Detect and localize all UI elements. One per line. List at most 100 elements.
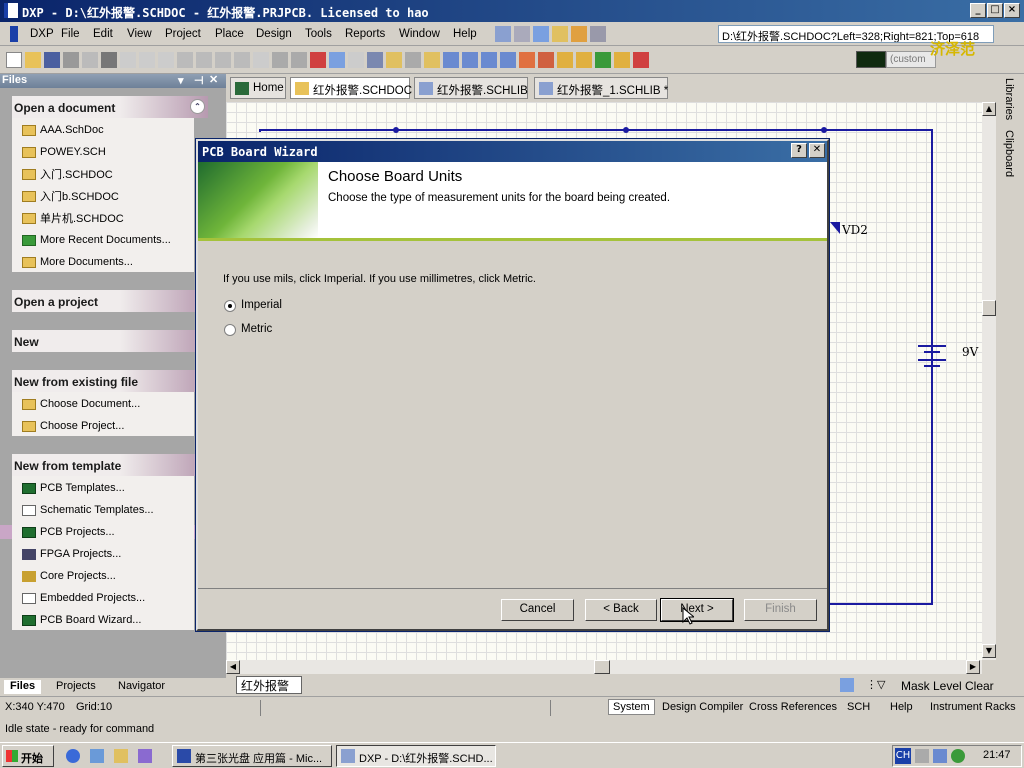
bus-icon[interactable] <box>462 52 478 68</box>
bus-entry-icon[interactable] <box>481 52 497 68</box>
redo-icon[interactable] <box>348 52 364 68</box>
ground-tool-icon[interactable] <box>533 26 549 42</box>
panel-tab-cross-references[interactable]: Cross References <box>749 701 837 713</box>
zoom-area-icon[interactable] <box>139 52 155 68</box>
desktop-icon[interactable] <box>114 749 128 763</box>
recent-file-aaa[interactable]: AAA.SchDoc <box>22 121 104 139</box>
paste-icon[interactable] <box>215 52 231 68</box>
menu-dxp[interactable]: DXP <box>30 28 54 40</box>
menu-place[interactable]: Place <box>215 28 244 40</box>
tab-home[interactable]: Home <box>230 77 286 99</box>
new-file-icon[interactable] <box>6 52 22 68</box>
wire-tool-icon[interactable] <box>495 26 511 42</box>
sheet-symbol-icon[interactable] <box>576 52 592 68</box>
tray-app-icon[interactable] <box>951 749 965 763</box>
pcb-board-wizard-link[interactable]: PCB Board Wizard... <box>22 611 141 629</box>
zoom-fit-icon[interactable] <box>120 52 136 68</box>
file-tools[interactable] <box>6 51 649 69</box>
more-documents-link[interactable]: More Documents... <box>22 253 133 271</box>
rubber-stamp-icon[interactable] <box>234 52 250 68</box>
panel-tab-instrument-racks[interactable]: Instrument Racks <box>930 701 1016 713</box>
imperial-radio-button[interactable] <box>224 300 236 312</box>
filter-icon[interactable]: ⋮▽ <box>866 678 885 691</box>
browse-icon[interactable] <box>405 52 421 68</box>
section-new[interactable]: New <box>12 330 208 352</box>
tab-schlib-1[interactable]: 红外报警_1.SCHLIB * <box>534 77 668 99</box>
scroll-down-icon[interactable]: ▼ <box>982 644 996 658</box>
schematic-templates-link[interactable]: Schematic Templates... <box>22 501 154 519</box>
move-icon[interactable] <box>272 52 288 68</box>
dialog-title-bar[interactable]: PCB Board Wizard ? ✕ <box>198 141 827 162</box>
keyboard-icon[interactable] <box>915 749 929 763</box>
scroll-up-icon[interactable]: ▲ <box>982 102 996 116</box>
menu-tools[interactable]: Tools <box>305 28 332 40</box>
dialog-close-icon[interactable]: ✕ <box>809 143 825 158</box>
recent-file-mcu[interactable]: 单片机.SCHDOC <box>22 209 124 227</box>
net-label-icon[interactable] <box>500 52 516 68</box>
panel-menu-chevron-icon[interactable]: ▾ <box>178 74 184 87</box>
place-part-icon[interactable] <box>557 52 573 68</box>
port-icon[interactable] <box>614 52 630 68</box>
panel-tab-system[interactable]: System <box>608 699 655 715</box>
menu-reports[interactable]: Reports <box>345 28 385 40</box>
menu-project[interactable]: Project <box>165 28 201 40</box>
tab-files[interactable]: Files <box>4 680 42 694</box>
quicklaunch-icon[interactable] <box>138 749 152 763</box>
pcb-projects-link[interactable]: PCB Projects... <box>22 523 115 541</box>
gnd-icon[interactable] <box>519 52 535 68</box>
start-button[interactable]: 开始 <box>2 745 54 767</box>
open-file-icon[interactable] <box>25 52 41 68</box>
panel-pin-icon[interactable]: ⊣ <box>194 74 204 87</box>
vcc-icon[interactable] <box>538 52 554 68</box>
menu-window[interactable]: Window <box>399 28 440 40</box>
menu-design[interactable]: Design <box>256 28 292 40</box>
metric-radio[interactable]: Metric <box>224 322 314 338</box>
mask-level-button[interactable]: Mask Level <box>901 679 962 693</box>
zoom-select-icon[interactable] <box>158 52 174 68</box>
select-icon[interactable] <box>291 52 307 68</box>
grid-tool-icon[interactable] <box>590 26 606 42</box>
minimize-button[interactable]: _ <box>970 3 986 18</box>
vertical-scroll-thumb[interactable] <box>982 300 996 316</box>
tab-navigator[interactable]: Navigator <box>118 680 165 694</box>
sheet-entry-icon[interactable] <box>595 52 611 68</box>
wiring-toolbar-group[interactable] <box>495 25 606 43</box>
section-open-document[interactable]: Open a document ⌃ <box>12 96 208 118</box>
section-new-from-existing[interactable]: New from existing file <box>12 370 208 392</box>
metric-radio-button[interactable] <box>224 324 236 336</box>
panel-tab-design-compiler[interactable]: Design Compiler <box>662 701 743 713</box>
core-projects-link[interactable]: Core Projects... <box>22 567 116 585</box>
horizontal-scroll-thumb[interactable] <box>594 660 610 674</box>
libraries-panel-tab[interactable]: Libraries <box>1003 78 1015 120</box>
sheet-tab[interactable]: 红外报警 <box>236 676 302 694</box>
close-button[interactable]: × <box>1004 3 1020 18</box>
more-recent-documents-link[interactable]: More Recent Documents... <box>22 231 171 249</box>
tab-projects[interactable]: Projects <box>56 680 96 694</box>
imperial-radio[interactable]: Imperial <box>224 298 314 314</box>
no-erc-icon[interactable] <box>633 52 649 68</box>
panel-tab-help[interactable]: Help <box>890 701 913 713</box>
finish-button[interactable]: Finish <box>744 599 817 621</box>
hint-icon[interactable] <box>424 52 440 68</box>
network-icon[interactable] <box>933 749 947 763</box>
embedded-projects-link[interactable]: Embedded Projects... <box>22 589 145 607</box>
recent-file-rumen-b[interactable]: 入门b.SCHDOC <box>22 187 119 205</box>
outlook-icon[interactable] <box>90 749 104 763</box>
print-icon[interactable] <box>63 52 79 68</box>
pcb-templates-link[interactable]: PCB Templates... <box>22 479 125 497</box>
menu-view[interactable]: View <box>127 28 152 40</box>
color-swatch[interactable] <box>856 51 886 68</box>
choose-document-link[interactable]: Choose Document... <box>22 395 140 413</box>
panel-close-icon[interactable]: ✕ <box>209 73 218 86</box>
bus-tool-icon[interactable] <box>514 26 530 42</box>
wire-icon[interactable] <box>443 52 459 68</box>
select-area-icon[interactable] <box>253 52 269 68</box>
maximize-button[interactable]: □ <box>987 3 1003 18</box>
undo-icon[interactable] <box>329 52 345 68</box>
fpga-projects-link[interactable]: FPGA Projects... <box>22 545 121 563</box>
cancel-button[interactable]: Cancel <box>501 599 574 621</box>
menu-file[interactable]: File <box>61 28 80 40</box>
cut-icon[interactable] <box>177 52 193 68</box>
clipboard-panel-tab[interactable]: Clipboard <box>1003 130 1015 177</box>
taskbar-item-dxp[interactable]: DXP - D:\红外报警.SCHD... <box>336 745 496 767</box>
